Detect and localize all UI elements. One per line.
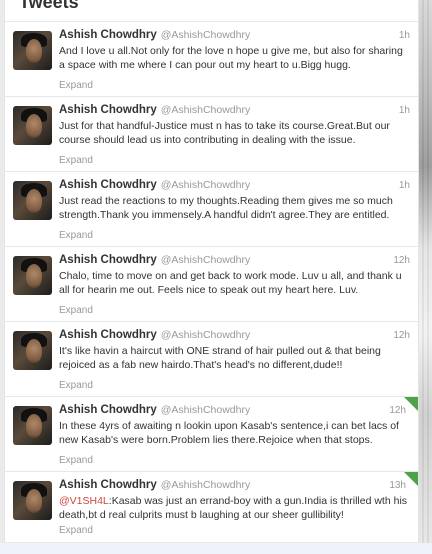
tweet-handle[interactable]: @AshishChowdhry — [161, 329, 250, 341]
tweets-header: Tweets — [19, 0, 79, 12]
avatar[interactable] — [13, 181, 52, 220]
tweet-timestamp[interactable]: 1h — [399, 105, 410, 116]
tweet-item[interactable]: Ashish Chowdhry @AshishChowdhry 1h Just f… — [5, 97, 418, 172]
tweet-handle[interactable]: @AshishChowdhry — [161, 104, 250, 116]
expand-link[interactable]: Expand — [59, 80, 93, 91]
tweet-item[interactable]: Ashish Chowdhry @AshishChowdhry 13h @V1SH… — [5, 472, 418, 543]
tweet-author[interactable]: Ashish Chowdhry @AshishChowdhry — [59, 104, 250, 116]
tweet-text: @V1SH4L:Kasab was just an errand-boy wit… — [59, 494, 411, 522]
tweet-timestamp[interactable]: 12h — [393, 255, 410, 266]
avatar[interactable] — [13, 481, 52, 520]
expand-link[interactable]: Expand — [59, 455, 93, 466]
tweet-handle[interactable]: @AshishChowdhry — [161, 254, 250, 266]
tweet-timestamp[interactable]: 1h — [399, 30, 410, 41]
tweet-item[interactable]: Ashish Chowdhry @AshishChowdhry 12h It's … — [5, 322, 418, 397]
tweet-text: Just for that handful-Justice must n has… — [59, 120, 390, 146]
tweet-timestamp[interactable]: 12h — [389, 405, 406, 416]
tweet-author[interactable]: Ashish Chowdhry @AshishChowdhry — [59, 29, 250, 41]
retweet-flag-icon — [404, 397, 418, 411]
tweet-handle[interactable]: @AshishChowdhry — [161, 179, 250, 191]
tweets-panel: Tweets Ashish Chowdhry @AshishChowdhry 1h… — [4, 0, 419, 554]
avatar[interactable] — [13, 31, 52, 70]
tweet-timestamp[interactable]: 1h — [399, 180, 410, 191]
tweet-text-body: :Kasab was just an errand-boy with a gun… — [59, 495, 408, 521]
tweet-author[interactable]: Ashish Chowdhry @AshishChowdhry — [59, 329, 250, 341]
tweet-author[interactable]: Ashish Chowdhry @AshishChowdhry — [59, 404, 250, 416]
expand-link[interactable]: Expand — [59, 380, 93, 391]
tweet-timestamp[interactable]: 13h — [389, 480, 406, 491]
tweet-text: It's like havin a haircut with ONE stran… — [59, 345, 381, 371]
tweet-handle[interactable]: @AshishChowdhry — [161, 29, 250, 41]
tweet-text: And I love u all.Not only for the love n… — [59, 45, 403, 71]
tweet-author[interactable]: Ashish Chowdhry @AshishChowdhry — [59, 179, 250, 191]
tweet-timestamp[interactable]: 12h — [393, 330, 410, 341]
expand-link[interactable]: Expand — [59, 305, 93, 316]
tweet-text: Just read the reactions to my thoughts.R… — [59, 195, 393, 221]
tweet-author[interactable]: Ashish Chowdhry @AshishChowdhry — [59, 479, 250, 491]
avatar[interactable] — [13, 331, 52, 370]
bottom-bar — [0, 543, 432, 554]
mention-link[interactable]: @V1SH4L — [59, 495, 109, 507]
tweet-item[interactable]: Ashish Chowdhry @AshishChowdhry 12h In th… — [5, 397, 418, 472]
tweet-handle[interactable]: @AshishChowdhry — [161, 404, 250, 416]
tweet-item[interactable]: Ashish Chowdhry @AshishChowdhry 12h Chalo… — [5, 247, 418, 322]
expand-link[interactable]: Expand — [59, 230, 93, 241]
expand-link[interactable]: Expand — [59, 155, 93, 166]
avatar[interactable] — [13, 256, 52, 295]
tweet-text: Chalo, time to move on and get back to w… — [59, 270, 402, 296]
tweet-author[interactable]: Ashish Chowdhry @AshishChowdhry — [59, 254, 250, 266]
tweet-item[interactable]: Ashish Chowdhry @AshishChowdhry 1h And I … — [5, 22, 418, 97]
retweet-flag-icon — [404, 472, 418, 486]
tweet-handle[interactable]: @AshishChowdhry — [161, 479, 250, 491]
avatar[interactable] — [13, 106, 52, 145]
expand-link[interactable]: Expand — [59, 525, 93, 536]
tweet-item[interactable]: Ashish Chowdhry @AshishChowdhry 1h Just r… — [5, 172, 418, 247]
avatar[interactable] — [13, 406, 52, 445]
tweet-text: In these 4yrs of awaiting n lookin upon … — [59, 420, 399, 446]
